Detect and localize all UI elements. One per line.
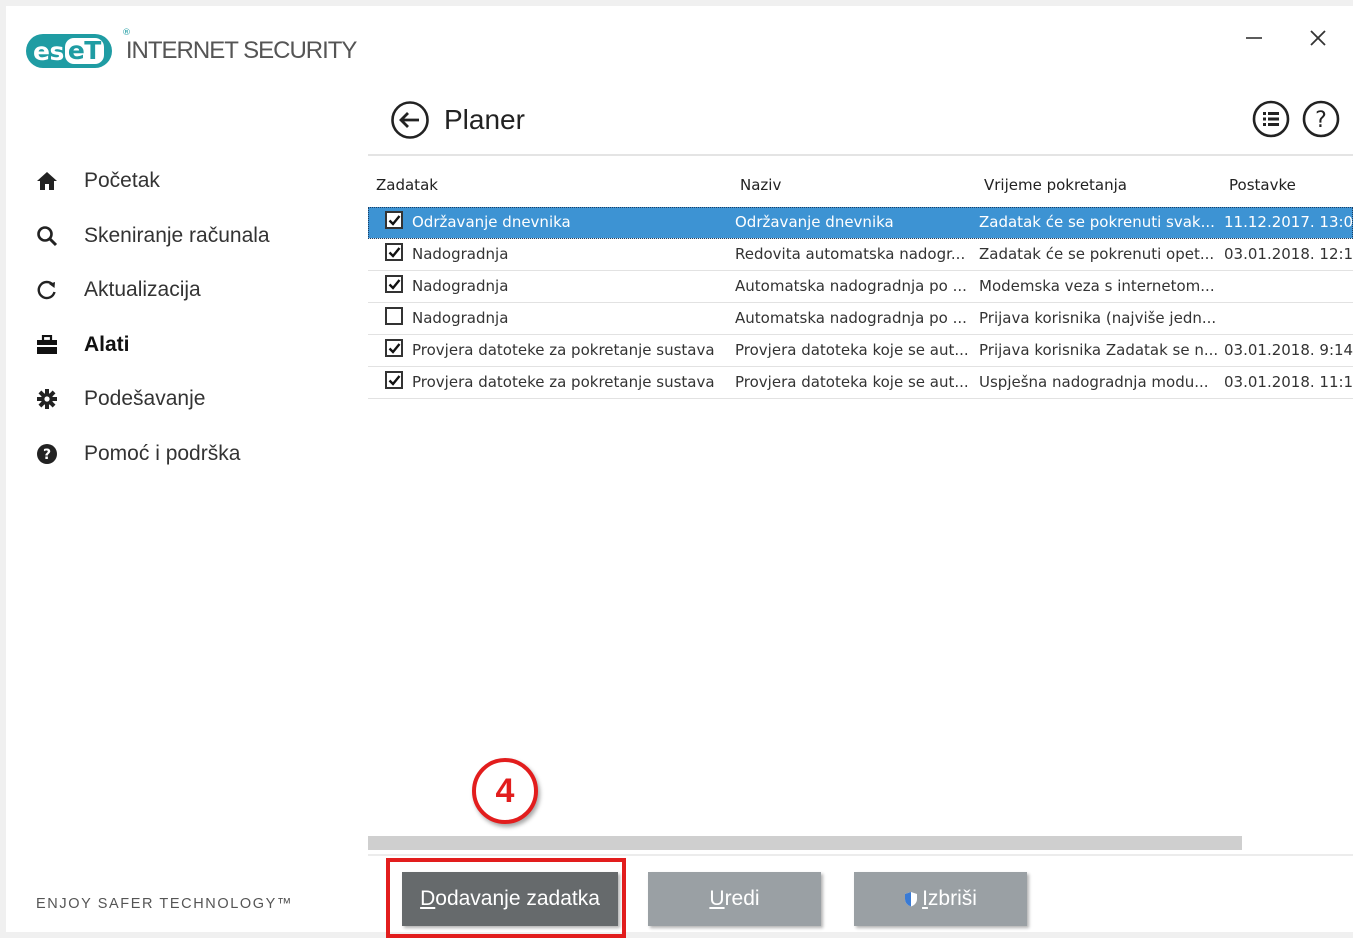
table-header: Zadatak Naziv Vrijeme pokretanja Postavk… [368,168,1353,202]
sidebar-item-label: Podešavanje [84,387,206,411]
sidebar-item-label: Pomoć i podrška [84,441,241,465]
gear-icon [36,388,70,410]
sidebar-item-label: Alati [84,332,130,356]
sidebar-item-label: Skeniranje računala [84,223,270,247]
sidebar-nav: Početak Skeniranje računala Aktualizacij… [36,154,270,481]
back-button[interactable] [390,100,430,140]
help-icon: ? [1302,100,1340,138]
add-task-mnemonic: D [420,887,436,910]
sidebar-item-help[interactable]: ? Pomoć i podrška [36,427,270,482]
checkmark-icon [388,343,401,354]
checkmark-icon [388,375,401,386]
search-icon [36,225,70,247]
page-title: Planer [444,104,525,135]
cell-settings: 03.01.2018. 9:14 [1224,341,1353,359]
edit-mnemonic: U [709,887,725,910]
product-name: INTERNET SECURITY [125,37,358,64]
column-header-settings[interactable]: Postavke [1229,176,1296,194]
add-task-button[interactable]: Dodavanje zadatka [402,872,618,926]
cell-time: Prijava korisnika (najviše jedn... [979,309,1217,327]
checkmark-icon [388,279,401,290]
registered-mark: ® [122,28,131,38]
table-row[interactable]: Nadogradnja Automatska nadogradnja po ..… [368,303,1353,335]
cell-name: Automatska nadogradnja po ... [735,309,967,327]
task-checkbox[interactable] [385,339,403,357]
delete-label: zbriši [927,887,977,910]
cell-settings: 03.01.2018. 11:1 [1224,373,1353,391]
delete-button[interactable]: Izbriši [854,872,1027,926]
cell-time: Uspješna nadogradnja modu... [979,373,1209,391]
tagline: ENJOY SAFER TECHNOLOGY™ [36,896,294,912]
list-icon [1252,100,1290,138]
task-checkbox[interactable] [385,307,403,325]
footer-divider [368,854,1353,856]
app-logo: es eT ® INTERNET SECURITY [26,28,358,68]
shield-icon [905,892,918,907]
add-task-label: odavanje zadatka [435,887,600,910]
cell-settings: 11.12.2017. 13:0 [1224,213,1353,231]
cell-name: Provjera datoteka koje se aut... [735,373,969,391]
home-icon [36,171,70,191]
step-annotation: 4 [472,758,538,824]
cell-time: Zadatak će se pokrenuti opet... [979,245,1215,263]
cell-time: Modemska veza s internetom... [979,277,1215,295]
cell-name: Automatska nadogradnja po ... [735,277,967,295]
list-view-button[interactable] [1252,100,1290,138]
checkmark-icon [388,247,401,258]
cell-task: Nadogradnja [412,309,509,327]
logo-text-et: eT [64,38,104,64]
table-row[interactable]: Nadogradnja Automatska nadogradnja po ..… [368,271,1353,303]
close-icon [1310,30,1326,46]
cell-task: Nadogradnja [412,245,509,263]
minimize-icon [1246,37,1262,39]
sidebar-item-scan[interactable]: Skeniranje računala [36,209,270,264]
sidebar-item-label: Početak [84,169,160,193]
svg-text:?: ? [43,447,51,463]
edit-button[interactable]: Uredi [648,872,821,926]
task-checkbox[interactable] [385,371,403,389]
help-icon: ? [36,443,70,465]
cell-name: Održavanje dnevnika [735,213,894,231]
svg-text:?: ? [1315,108,1327,133]
close-button[interactable] [1298,18,1338,58]
eset-logo-badge: es eT [26,34,112,68]
cell-task: Nadogradnja [412,277,509,295]
cell-name: Provjera datoteka koje se aut... [735,341,969,359]
table-row[interactable]: Nadogradnja Redovita automatska nadogr..… [368,239,1353,271]
main-window: es eT ® INTERNET SECURITY Početak Skenira… [6,6,1353,938]
cell-time: Zadatak će se pokrenuti svak... [979,213,1215,231]
cell-name: Redovita automatska nadogr... [735,245,966,263]
refresh-icon [36,279,70,301]
cell-task: Provjera datoteke za pokretanje sustava [412,373,715,391]
toolbox-icon [36,334,70,355]
tasks-table: Zadatak Naziv Vrijeme pokretanja Postavk… [368,154,1353,854]
cell-time: Prijava korisnika Zadatak se n... [979,341,1219,359]
table-body: Održavanje dnevnika Održavanje dnevnika … [368,207,1353,399]
table-row[interactable]: Održavanje dnevnika Održavanje dnevnika … [368,207,1353,239]
logo-text-es: es [33,36,64,66]
checkmark-icon [388,215,401,226]
task-checkbox[interactable] [385,243,403,261]
help-button[interactable]: ? [1302,100,1340,138]
sidebar-item-update[interactable]: Aktualizacija [36,263,270,318]
column-header-name[interactable]: Naziv [740,176,781,194]
table-row[interactable]: Provjera datoteke za pokretanje sustava … [368,335,1353,367]
task-checkbox[interactable] [385,211,403,229]
column-header-task[interactable]: Zadatak [376,176,438,194]
edit-label: redi [724,887,760,910]
sidebar-item-home[interactable]: Početak [36,154,270,209]
column-header-time[interactable]: Vrijeme pokretanja [984,176,1127,194]
sidebar-item-tools[interactable]: Alati [36,318,270,373]
back-arrow-icon [391,101,429,139]
table-divider [368,154,1353,156]
table-row[interactable]: Provjera datoteke za pokretanje sustava … [368,367,1353,399]
task-checkbox[interactable] [385,275,403,293]
sidebar-item-settings[interactable]: Podešavanje [36,372,270,427]
cell-task: Održavanje dnevnika [412,213,571,231]
minimize-button[interactable] [1234,18,1274,58]
cell-task: Provjera datoteke za pokretanje sustava [412,341,715,359]
cell-settings: 03.01.2018. 12:1 [1224,245,1353,263]
horizontal-scrollbar[interactable] [368,836,1242,850]
sidebar-item-label: Aktualizacija [84,278,201,302]
